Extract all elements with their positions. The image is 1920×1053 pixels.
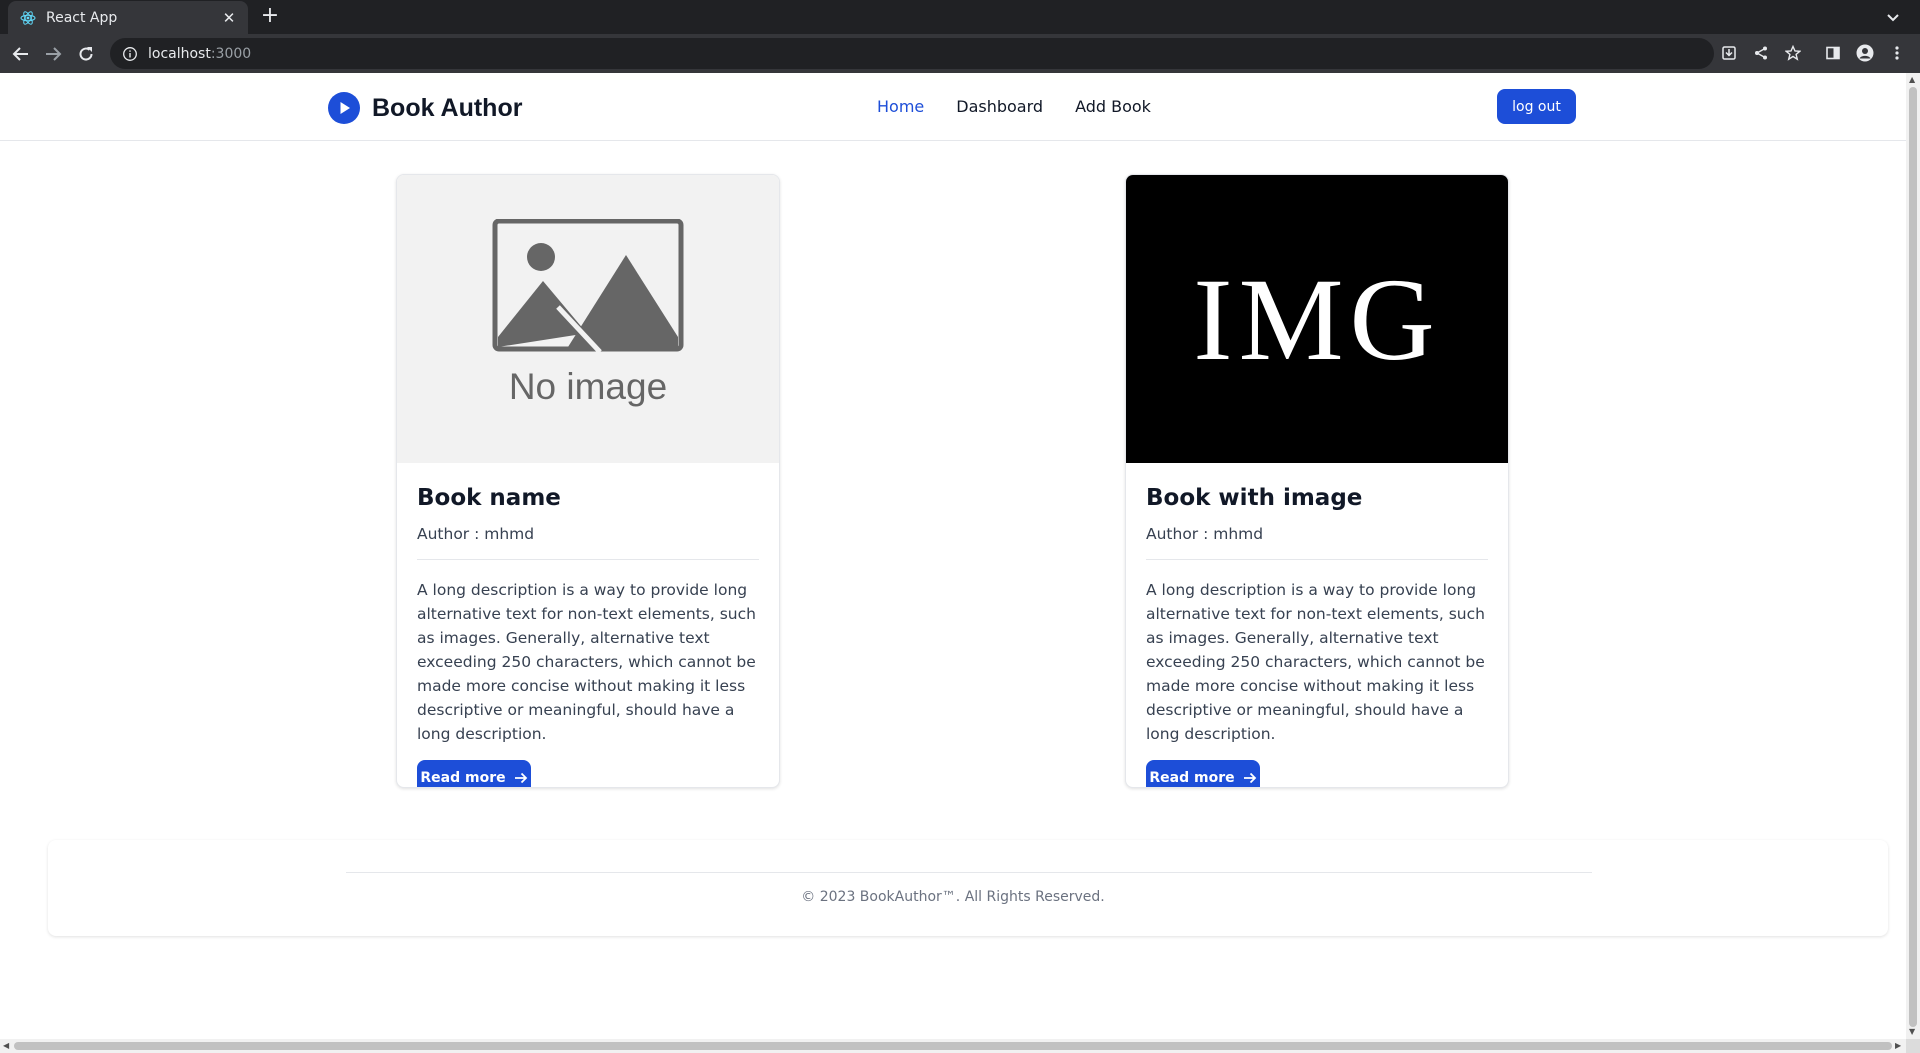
back-icon[interactable]	[10, 43, 32, 65]
brand-link[interactable]: Book Author	[328, 91, 522, 125]
book-cover-placeholder[interactable]: No image	[397, 175, 779, 463]
footer-copyright: © 2023 BookAuthor™. All Rights Reserved.	[801, 889, 1105, 905]
play-logo-icon	[328, 92, 360, 124]
scroll-right-arrow-icon[interactable]: ▶	[1895, 1042, 1901, 1050]
read-more-button[interactable]: Read more	[1146, 760, 1260, 787]
book-card-body: Book name Author : mhmd A long descripti…	[397, 463, 779, 787]
no-image-caption: No image	[509, 366, 667, 407]
scroll-down-arrow-icon[interactable]: ▼	[1909, 1028, 1915, 1036]
img-logo-icon: IMG	[1193, 259, 1440, 379]
book-cover-image[interactable]: IMG	[1126, 175, 1508, 463]
arrow-right-icon	[514, 772, 527, 784]
install-app-icon[interactable]	[1720, 44, 1738, 62]
site-navbar: Book Author Home Dashboard Add Book log …	[0, 73, 1906, 141]
scroll-left-arrow-icon[interactable]: ◀	[3, 1042, 9, 1050]
page-viewport: Book Author Home Dashboard Add Book log …	[0, 73, 1906, 1039]
side-panel-icon[interactable]	[1824, 44, 1842, 62]
book-author: Author : mhmd	[417, 525, 535, 543]
share-icon[interactable]	[1752, 44, 1770, 62]
bookmark-star-icon[interactable]	[1784, 44, 1802, 62]
scrollbar-corner	[1906, 1039, 1920, 1053]
book-card: No image Book name Author : mhmd A long …	[396, 174, 780, 788]
read-more-label: Read more	[420, 770, 506, 786]
arrow-right-icon	[1243, 772, 1256, 784]
vertical-scrollbar[interactable]: ▲ ▼	[1906, 73, 1920, 1039]
browser-tab[interactable]: React App ✕	[8, 1, 248, 34]
forward-icon[interactable]	[42, 43, 64, 65]
book-description: A long description is a way to provide l…	[417, 581, 756, 743]
site-footer	[48, 840, 1888, 936]
book-card-body: Book with image Author : mhmd A long des…	[1126, 463, 1508, 787]
address-bar[interactable]: localhost:3000	[110, 38, 1714, 69]
new-tab-icon[interactable]: +	[258, 5, 282, 29]
nav-link-add-book[interactable]: Add Book	[1075, 97, 1151, 116]
nav-link-home[interactable]: Home	[877, 97, 924, 116]
book-title: Book with image	[1146, 485, 1363, 511]
vertical-scroll-thumb[interactable]	[1909, 87, 1917, 1027]
cover-img-text: IMG	[1193, 259, 1440, 379]
reload-icon[interactable]	[75, 43, 97, 65]
nav-link-dashboard[interactable]: Dashboard	[956, 97, 1043, 116]
react-favicon-icon	[20, 10, 36, 26]
footer-divider	[346, 872, 1592, 873]
no-image-icon: No image	[492, 219, 684, 407]
tab-search-chevron-icon[interactable]	[1884, 8, 1902, 26]
browser-menu-icon[interactable]	[1888, 44, 1906, 62]
browser-toolbar: localhost:3000	[0, 34, 1920, 73]
tab-close-icon[interactable]: ✕	[220, 9, 238, 27]
book-card: IMG Book with image Author : mhmd A long…	[1125, 174, 1509, 788]
site-info-icon[interactable]	[122, 46, 138, 62]
url-host: localhost	[148, 45, 211, 62]
card-divider	[1146, 559, 1488, 560]
scroll-up-arrow-icon[interactable]: ▲	[1909, 76, 1915, 84]
browser-tab-strip: React App ✕ +	[0, 0, 1920, 34]
read-more-label: Read more	[1149, 770, 1235, 786]
url-port: :3000	[210, 45, 252, 62]
read-more-button[interactable]: Read more	[417, 760, 531, 787]
nav-links: Home Dashboard Add Book	[877, 97, 1151, 116]
card-divider	[417, 559, 759, 560]
brand-name: Book Author	[372, 93, 523, 122]
tab-title: React App	[46, 9, 118, 26]
horizontal-scrollbar[interactable]: ◀ ▶	[0, 1039, 1906, 1053]
book-author: Author : mhmd	[1146, 525, 1264, 543]
logout-button[interactable]: log out	[1497, 89, 1576, 124]
book-title: Book name	[417, 485, 561, 511]
horizontal-scroll-thumb[interactable]	[14, 1042, 1892, 1050]
book-description: A long description is a way to provide l…	[1146, 581, 1485, 743]
profile-avatar-icon[interactable]	[1856, 44, 1874, 62]
